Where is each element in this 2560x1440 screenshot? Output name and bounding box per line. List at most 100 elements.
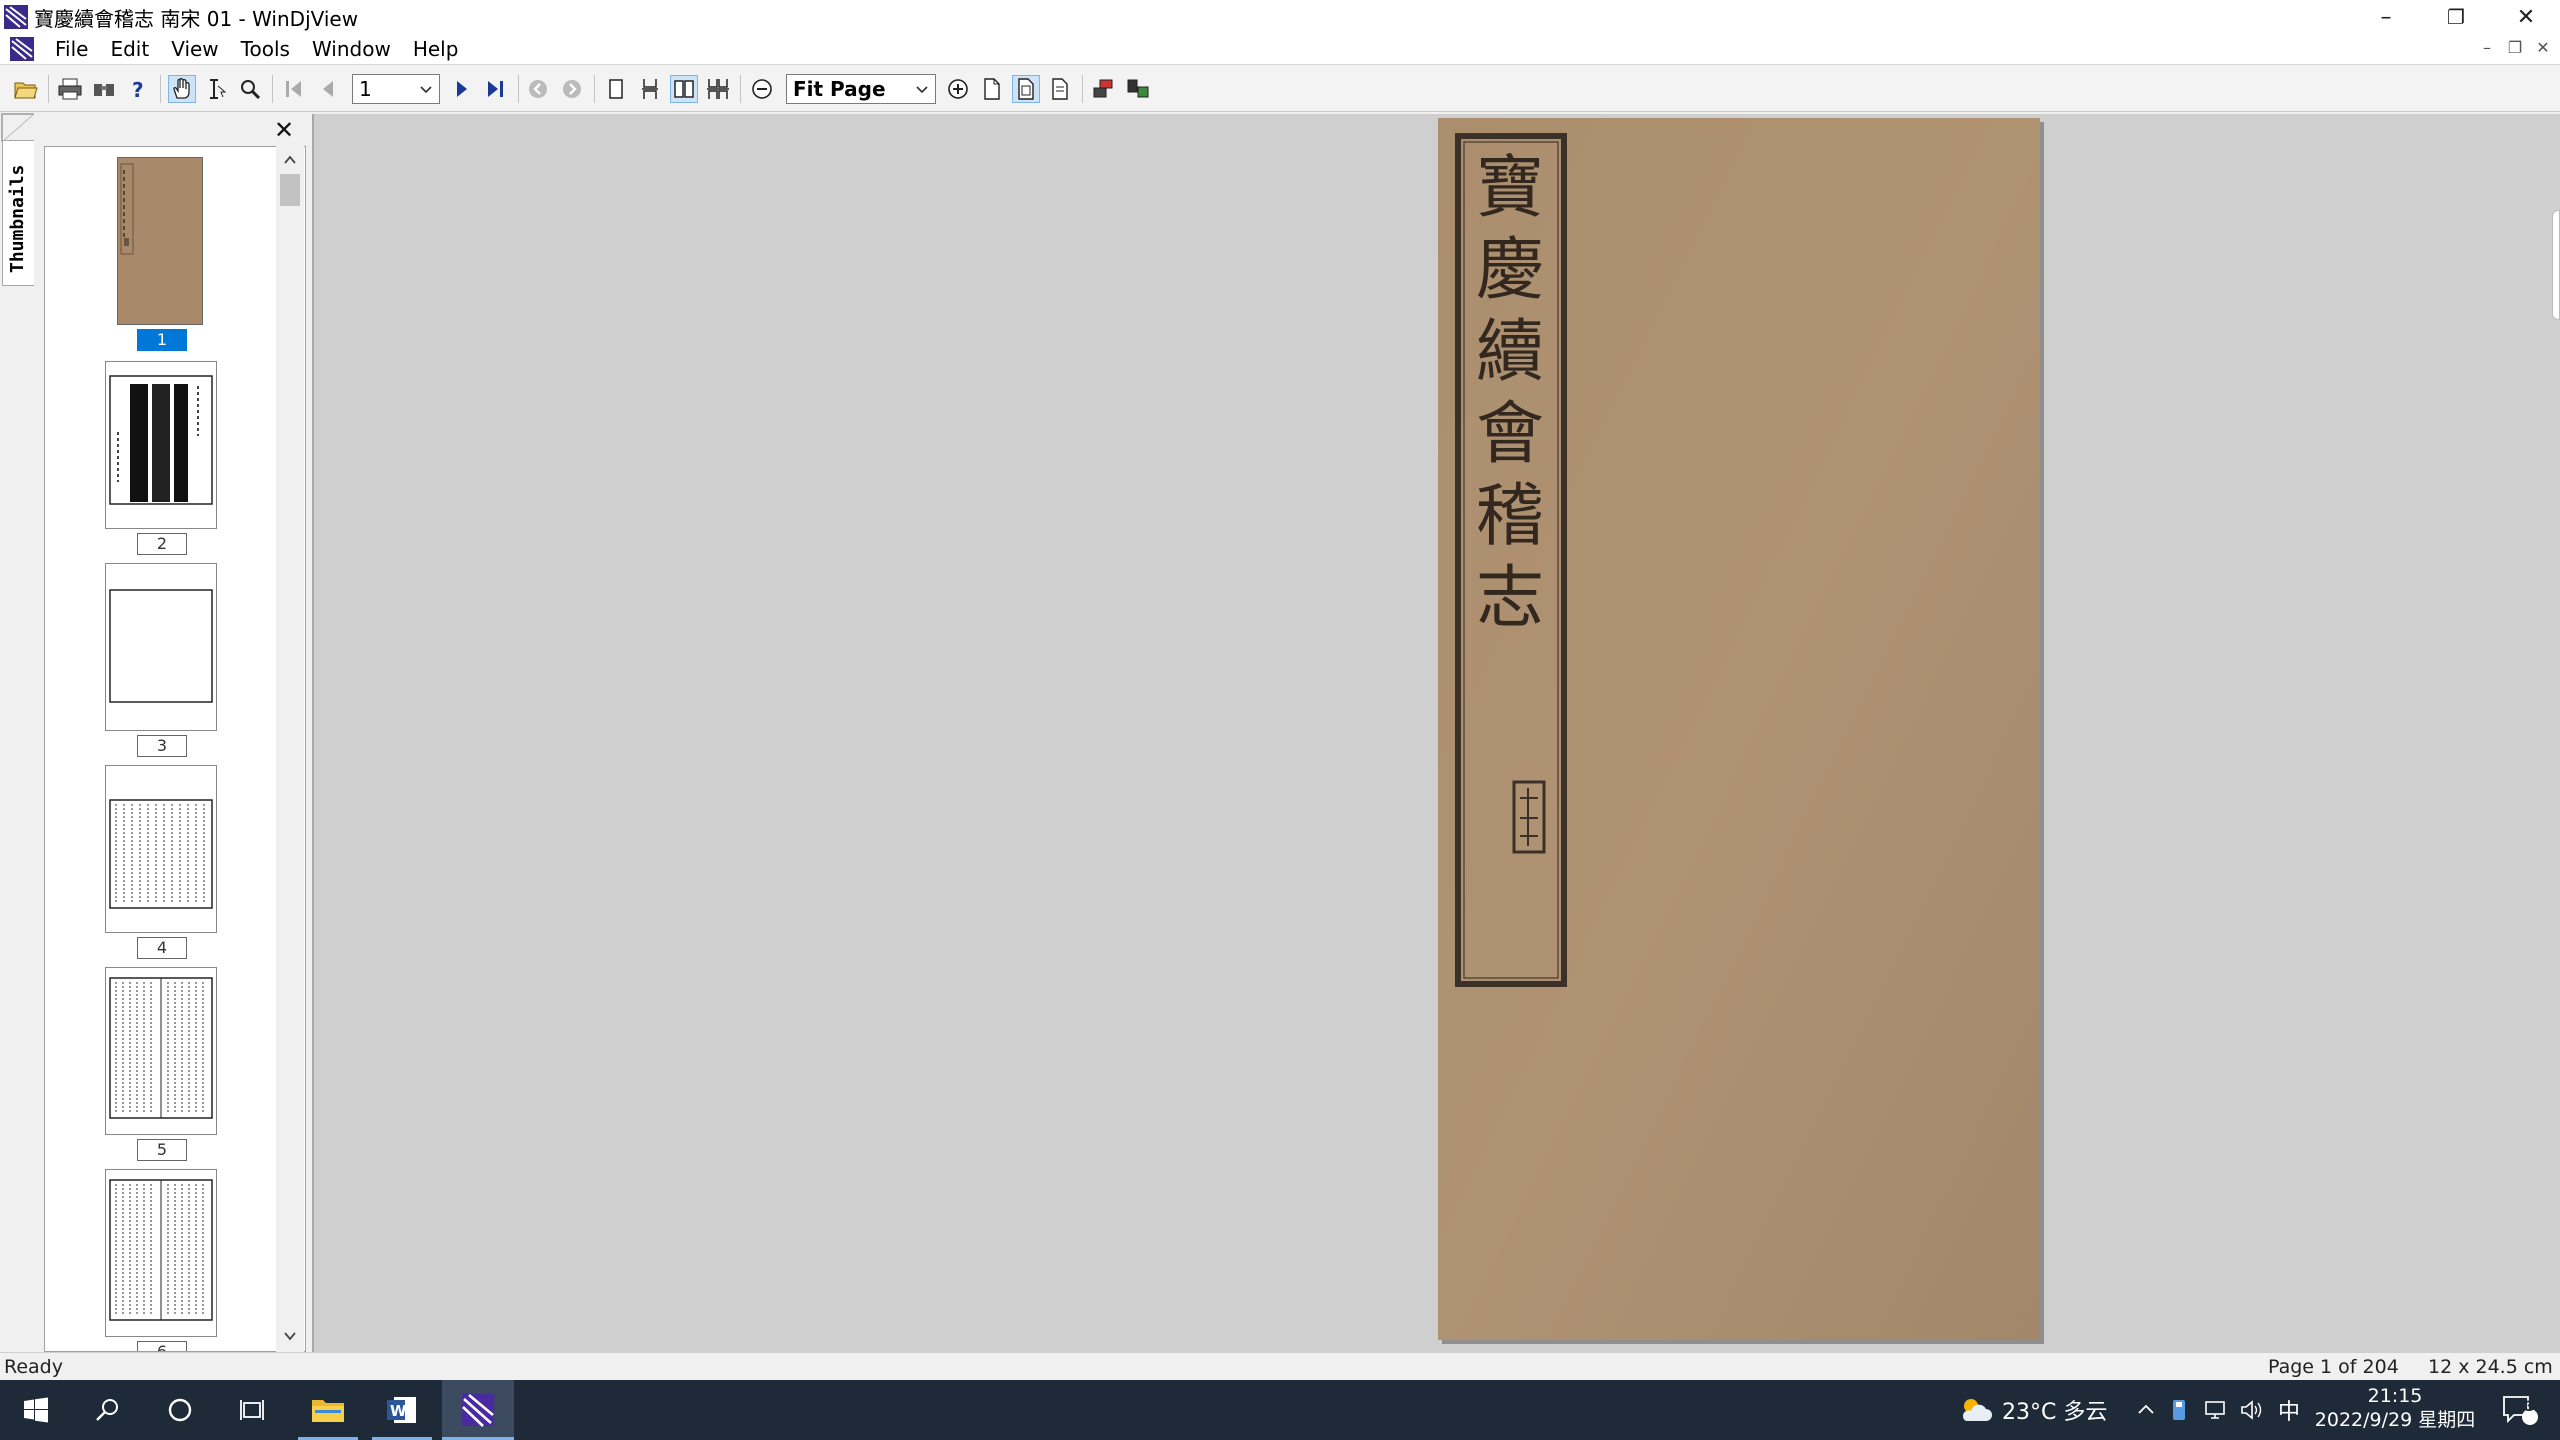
single-page-icon[interactable] [602,75,630,103]
network-icon [2205,1401,2225,1419]
zoom-out-icon[interactable] [748,75,776,103]
document-icon[interactable] [10,37,34,61]
continuous-facing-icon[interactable] [704,75,732,103]
windjview-app-icon [4,5,28,29]
thumbnail-page-5[interactable] [105,967,217,1135]
mdi-minimize-button[interactable]: – [2474,38,2500,57]
next-page-icon[interactable] [448,75,476,103]
system-clock[interactable]: 21:15 2022/9/29 星期四 [2310,1384,2480,1432]
scroll-down-icon[interactable] [282,1328,298,1344]
continuous-icon[interactable] [636,75,664,103]
open-icon[interactable] [12,75,40,103]
volume-control[interactable] [2240,1380,2264,1440]
taskbar-file-explorer[interactable] [292,1380,364,1440]
menu-bar: File Edit View Tools Window Help [0,34,2560,64]
rotate-right-icon[interactable] [1124,75,1152,103]
toolbar: ? 1 Fit Page [0,64,2560,112]
start-button[interactable] [0,1380,72,1440]
mdi-close-button[interactable]: ✕ [2530,38,2556,57]
close-panel-icon[interactable]: ✕ [274,116,294,144]
cover-title-char-1: 寶 [1475,149,1544,228]
document-view[interactable] [312,114,2560,1352]
weather-cloud-icon [1962,1399,1992,1421]
thumbnails-tab-label: Thumbnails [7,164,28,273]
thumbnail-label-6: 6 [137,1341,187,1351]
fit-page-icon[interactable] [1046,75,1074,103]
search-button[interactable] [72,1380,144,1440]
previous-page-icon[interactable] [314,75,342,103]
scroll-up-icon[interactable] [282,152,298,168]
hand-tool-icon[interactable] [168,75,196,103]
menu-edit[interactable]: Edit [99,37,160,61]
menu-help[interactable]: Help [402,37,470,61]
search-icon [96,1399,118,1421]
last-page-icon[interactable] [482,75,510,103]
thumbnail-scrollbar[interactable] [276,146,304,1352]
thumbnail-list[interactable]: 1 2 3 4 5 6 [44,146,306,1352]
status-bar: Ready Page 1 of 204 12 x 24.5 cm [0,1352,2560,1380]
thumbnail-title-page-image [109,375,213,505]
mdi-restore-button[interactable]: ❐ [2502,38,2528,57]
folder-icon [312,1400,344,1422]
zoom-combo[interactable]: Fit Page [786,74,936,104]
menu-view[interactable]: View [160,37,229,61]
restore-button[interactable]: ❐ [2420,0,2492,34]
zoom-in-icon[interactable] [944,75,972,103]
status-page: Page 1 of 204 [2268,1356,2399,1378]
zoom-value: Fit Page [793,77,886,101]
edge-handle[interactable] [2552,210,2560,320]
first-page-icon[interactable] [280,75,308,103]
thumbnail-page-6[interactable] [105,1169,217,1337]
weather-text: 23°C 多云 [2002,1400,2108,1425]
menu-window[interactable]: Window [301,37,402,61]
task-view-button[interactable] [216,1380,288,1440]
tray-app-icon[interactable] [2170,1380,2188,1440]
fit-width-icon[interactable] [1012,75,1040,103]
zoom-rect-icon[interactable] [236,75,264,103]
usb-drive-icon [2173,1400,2185,1420]
print-icon[interactable] [56,75,84,103]
page-number-combo[interactable]: 1 [352,74,440,104]
input-method[interactable]: 中 [2278,1380,2300,1440]
menu-file[interactable]: File [44,37,99,61]
taskbar-windjview[interactable] [442,1380,514,1440]
thumbnail-page-4[interactable] [105,765,217,933]
find-icon[interactable] [90,75,118,103]
facing-icon[interactable] [670,75,698,103]
svg-text:?: ? [132,78,144,101]
taskbar-word[interactable]: W [366,1380,438,1440]
taskbar: W 23°C 多云 中 21:15 2022/9/29 星期四 3 [0,1380,2560,1440]
clock-time: 21:15 [2367,1385,2423,1407]
back-icon[interactable] [524,75,552,103]
close-button[interactable]: ✕ [2490,0,2560,34]
thumbnail-label-3: 3 [137,735,187,757]
thumbnails-tab[interactable]: Thumbnails [2,140,34,286]
thumbnail-label-5: 5 [137,1139,187,1161]
weather-widget[interactable]: 23°C 多云 [1958,1380,2107,1440]
action-center-button[interactable]: 3 [2500,1380,2540,1440]
cortana-button[interactable] [144,1380,216,1440]
show-hidden-icons-button[interactable] [2136,1380,2156,1440]
forward-icon[interactable] [558,75,586,103]
select-tool-icon[interactable] [202,75,230,103]
thumbnail-label-4: 4 [137,937,187,959]
thumbnail-text-page-image [109,977,213,1119]
cover-title-char-2: 慶 [1475,231,1544,310]
thumbnail-page-2[interactable] [105,361,217,529]
rotate-left-icon[interactable] [1090,75,1118,103]
document-page[interactable]: 寶 慶 續 會 稽 志 [1438,118,2040,1340]
thumbnail-page-3[interactable] [105,563,217,731]
menu-tools[interactable]: Tools [230,37,301,61]
cover-title-char-5: 稽 [1475,477,1544,556]
thumbnail-page-1[interactable] [117,157,203,325]
scrollbar-thumb[interactable] [280,174,300,206]
network-status[interactable] [2204,1380,2228,1440]
actual-size-icon[interactable] [978,75,1006,103]
status-page-size: 12 x 24.5 cm [2428,1356,2553,1378]
chevron-up-icon [2138,1404,2154,1414]
cover-title-char-6: 志 [1475,559,1544,638]
minimize-button[interactable]: – [2350,0,2422,34]
window-title: 寶慶續會稽志 南宋 01 - WinDjView [34,6,359,31]
page-number-value: 1 [359,77,372,101]
help-icon[interactable]: ? [124,75,152,103]
